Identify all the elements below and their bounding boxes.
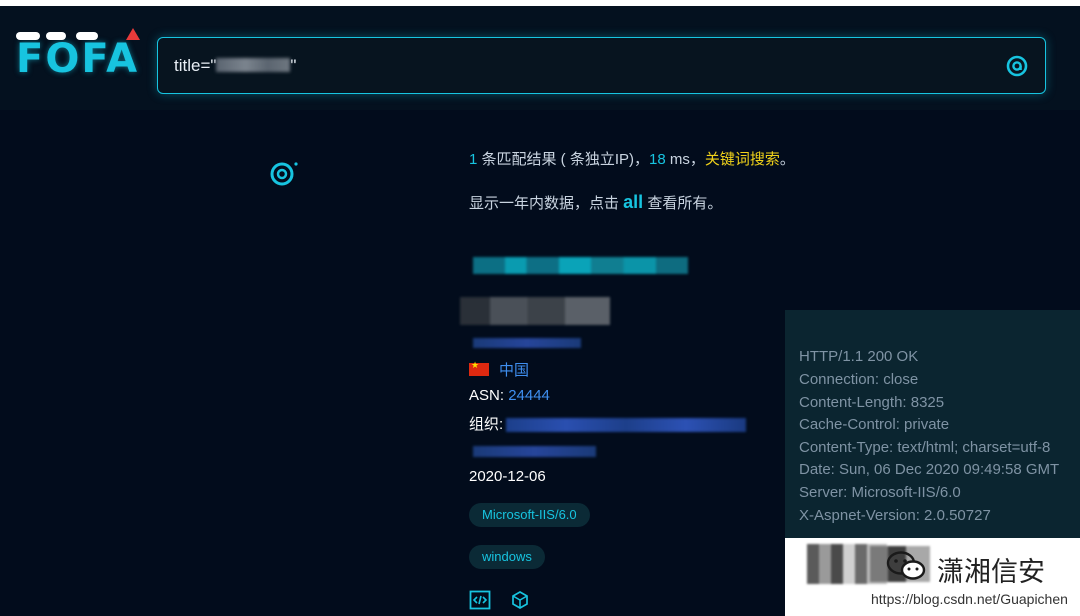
wechat-icon	[885, 549, 929, 583]
code-icon-svg	[469, 590, 491, 610]
china-flag-icon	[469, 360, 489, 376]
last-seen-date: 2020-12-06	[469, 468, 546, 485]
org-row: 组织:	[469, 413, 503, 434]
search-at-icon	[1006, 55, 1028, 77]
logo-snow-decoration	[46, 32, 66, 40]
country-link[interactable]: 中国	[499, 362, 529, 379]
query-time: 18	[649, 151, 666, 168]
summary-period: 。	[779, 151, 795, 168]
search-query-suffix: "	[290, 56, 297, 75]
host-actions	[469, 590, 545, 615]
target-icon-svg	[270, 162, 298, 186]
cube-icon[interactable]	[509, 590, 531, 610]
asn-link[interactable]: 24444	[508, 387, 550, 404]
redacted-host-title	[460, 297, 610, 325]
fofa-logo[interactable]: FOFA	[16, 28, 140, 86]
logo-snow-decoration	[16, 32, 40, 40]
http-header-line: X-Aspnet-Version: 2.0.50727	[799, 507, 991, 524]
redacted-host-link[interactable]	[473, 257, 688, 274]
http-header-line: Content-Type: text/html; charset=utf-8	[799, 439, 1051, 456]
code-icon[interactable]	[469, 590, 491, 610]
all-link[interactable]: all	[623, 192, 643, 212]
tag-server[interactable]: Microsoft-IIS/6.0	[469, 503, 590, 527]
watermark-url: https://blog.csdn.net/Guapichen	[871, 591, 1068, 607]
tag-os[interactable]: windows	[469, 545, 545, 569]
http-header-line: Date: Sun, 06 Dec 2020 09:49:58 GMT	[799, 461, 1060, 478]
search-query-prefix: title="	[174, 56, 217, 75]
cube-icon-svg	[512, 591, 529, 609]
redacted-query	[216, 58, 291, 72]
watermark-name: 潇湘信安	[937, 557, 1045, 588]
data-range-note: 显示一年内数据，点击 all 查看所有。	[469, 192, 722, 213]
asn-label: ASN:	[469, 387, 505, 404]
redacted-extra	[473, 446, 596, 457]
http-header-panel: HTTP/1.1 200 OK Connection: close Conten…	[785, 310, 1080, 538]
search-query[interactable]: title=" "	[174, 56, 296, 76]
watermark: 潇湘信安 https://blog.csdn.net/Guapichen	[785, 538, 1080, 616]
logo-hat-decoration	[126, 28, 140, 40]
keyword-search-link[interactable]: 关键词搜索	[705, 151, 780, 168]
logo-text: FOFA	[16, 36, 140, 82]
query-time-unit: ms，	[665, 151, 705, 168]
http-header-line: HTTP/1.1 200 OK	[799, 348, 919, 365]
target-icon[interactable]	[268, 158, 300, 188]
org-label: 组织:	[469, 416, 504, 433]
header: FOFA title=" "	[0, 6, 1080, 110]
result-count-text: 条匹配结果 ( 条独立IP)，	[477, 151, 650, 168]
redacted-org-link[interactable]	[506, 418, 746, 432]
country-row: 中国	[469, 359, 529, 380]
note-prefix: 显示一年内数据，点击	[469, 195, 624, 212]
asn-row: ASN: 24444	[469, 387, 550, 404]
http-header-line: Server: Microsoft-IIS/6.0	[799, 484, 961, 501]
logo-snow-decoration	[76, 32, 98, 40]
http-header-line: Cache-Control: private	[799, 416, 950, 433]
results-summary: 1 条匹配结果 ( 条独立IP)，18 ms，关键词搜索。	[469, 148, 795, 169]
search-button[interactable]	[1005, 54, 1029, 78]
http-header-line: Content-Length: 8325	[799, 394, 945, 411]
redacted-ip	[473, 338, 581, 348]
note-suffix: 查看所有。	[643, 195, 723, 212]
http-header-line: Connection: close	[799, 371, 919, 388]
search-input[interactable]: title=" "	[157, 37, 1046, 94]
